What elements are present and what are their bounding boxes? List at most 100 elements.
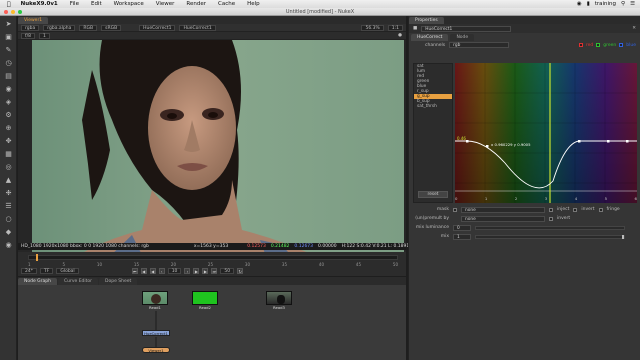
ocula-tool-icon[interactable]: ◉	[4, 240, 13, 249]
node-color-icon[interactable]: ■	[413, 26, 417, 31]
close-properties-icon[interactable]: ✕	[632, 26, 640, 31]
transform-tool-icon[interactable]: ✥	[4, 136, 13, 145]
step-back-icon[interactable]: ‹	[158, 268, 165, 274]
playhead[interactable]	[36, 254, 38, 261]
channels-dropdown[interactable]: rgba	[21, 24, 40, 31]
legend-red: red	[585, 42, 594, 48]
read1-label: Read1	[149, 305, 161, 310]
ratio-dropdown[interactable]: 1:1	[387, 24, 403, 31]
blue-toggle[interactable]	[619, 42, 624, 47]
time-tool-icon[interactable]: ◷	[4, 58, 13, 67]
timecode-dropdown[interactable]: TF	[39, 268, 54, 274]
fringe-checkbox[interactable]	[598, 207, 603, 212]
menu-list-icon[interactable]: ☰	[630, 1, 635, 7]
menu-viewer[interactable]: Viewer	[150, 1, 181, 7]
input-b-dropdown[interactable]: HueCorrect1	[179, 24, 216, 31]
image-tool-icon[interactable]: ▣	[4, 32, 13, 41]
user-name[interactable]: training	[595, 1, 616, 7]
battery-icon[interactable]: ▮	[587, 1, 590, 7]
metadata-tool-icon[interactable]: ▲	[4, 175, 13, 184]
menu-cache[interactable]: Cache	[212, 1, 241, 7]
viewer-controls-2: f/8 1 ●	[18, 32, 406, 40]
first-frame-icon[interactable]: ⏮	[131, 268, 138, 274]
green-toggle[interactable]	[596, 42, 601, 47]
menu-app-name[interactable]: NukeX9.0v1	[15, 1, 64, 7]
channels-dropdown[interactable]: rgb	[449, 42, 510, 48]
menu-workspace[interactable]: Workspace	[108, 1, 150, 7]
wifi-icon[interactable]: ◉	[577, 1, 582, 7]
end-frame-field[interactable]: 50	[220, 268, 235, 274]
viewer1-node[interactable]: Viewer1	[142, 347, 170, 353]
input-a-dropdown[interactable]: HueCorrect1	[139, 24, 176, 31]
furnace-tool-icon[interactable]: ◆	[4, 227, 13, 236]
toolsets-tool-icon[interactable]: ☰	[4, 201, 13, 210]
viewer-panel: Viewer1 rgba rgba.alpha RGB sRGB HueCorr…	[18, 16, 412, 276]
frame-rate-field[interactable]: f/8	[21, 32, 35, 39]
mask-label: mask	[436, 207, 449, 212]
mix-field[interactable]: 1	[453, 233, 471, 240]
timeline-track[interactable]	[28, 254, 398, 261]
mix-luminance-field[interactable]: 0	[453, 224, 471, 231]
inject-checkbox[interactable]	[549, 207, 553, 212]
apple-icon[interactable]: 	[0, 1, 15, 8]
invert2-label: invert	[557, 216, 571, 221]
step-forward-icon[interactable]: ›	[184, 268, 191, 274]
unpremult-dropdown[interactable]: none	[461, 215, 545, 222]
frame-field[interactable]: 1	[38, 32, 50, 39]
node-name-field[interactable]: HueCorrect1	[421, 25, 512, 32]
next-keyframe-icon[interactable]: ▶	[202, 268, 209, 274]
read1-node[interactable]: Read1	[142, 291, 168, 310]
tab-node[interactable]: Node	[450, 33, 475, 41]
viewer1-label: Viewer1	[148, 348, 164, 353]
invert-checkbox[interactable]	[573, 207, 578, 212]
curve-sat-thrsh[interactable]: sat_thrsh	[414, 104, 452, 109]
menu-edit[interactable]: Edit	[85, 1, 108, 7]
particles-tool-icon[interactable]: ❉	[4, 188, 13, 197]
channel-tool-icon[interactable]: ▤	[4, 71, 13, 80]
viewer-lock-icon[interactable]: ●	[398, 33, 402, 38]
color-tool-icon[interactable]: ◉	[4, 84, 13, 93]
alpha-dropdown[interactable]: rgba.alpha	[43, 24, 76, 31]
display-dropdown[interactable]: sRGB	[101, 24, 122, 31]
filter-tool-icon[interactable]: ◈	[4, 97, 13, 106]
play-forward-icon[interactable]: ▶	[193, 268, 200, 274]
menu-file[interactable]: File	[64, 1, 85, 7]
mix-slider[interactable]	[475, 234, 625, 239]
tab-properties[interactable]: Properties	[409, 17, 444, 24]
reset-button[interactable]: reset	[418, 191, 448, 198]
colorspace-dropdown[interactable]: RGB	[79, 24, 98, 31]
hue-curve-graph	[455, 63, 637, 203]
menu-render[interactable]: Render	[180, 1, 212, 7]
mix-luminance-slider[interactable]	[475, 225, 625, 230]
invert2-checkbox[interactable]	[549, 216, 553, 221]
pointer-tool-icon[interactable]: ➤	[4, 19, 13, 28]
read2-node[interactable]: Read2	[192, 291, 218, 310]
keyer-tool-icon[interactable]: ⚙	[4, 110, 13, 119]
read3-node[interactable]: Read3	[266, 291, 292, 310]
draw-tool-icon[interactable]: ✎	[4, 45, 13, 54]
merge-tool-icon[interactable]: ⊕	[4, 123, 13, 132]
read3-thumbnail	[266, 291, 292, 305]
range-mode-dropdown[interactable]: Global	[56, 268, 79, 274]
last-frame-icon[interactable]: ⏭	[211, 268, 218, 274]
huecorrect1-node[interactable]: HueCorrect1	[142, 330, 170, 336]
playback-controls: 24* TF Global ⏮ ◀ ◀ ‹ 10 › ▶ ▶ ⏭ 50 ↻	[18, 267, 406, 275]
red-toggle[interactable]	[578, 42, 583, 47]
views-tool-icon[interactable]: ◎	[4, 162, 13, 171]
loop-icon[interactable]: ↻	[237, 268, 244, 274]
other-tool-icon[interactable]: ○	[4, 214, 13, 223]
menu-help[interactable]: Help	[241, 1, 266, 7]
tab-huecorrect[interactable]: HueCorrect	[411, 33, 449, 41]
hue-curve-editor[interactable]: 0.46 x 0.960229 y 0.9005 0 1 2 3 4 5 6	[455, 63, 637, 203]
mask-checkbox[interactable]	[453, 207, 457, 212]
viewer-image[interactable]	[32, 40, 404, 259]
zoom-dropdown[interactable]: 56.3%	[361, 24, 384, 31]
3d-tool-icon[interactable]: ▦	[4, 149, 13, 158]
play-backward-icon[interactable]: ◀	[149, 268, 156, 274]
prev-keyframe-icon[interactable]: ◀	[140, 268, 147, 274]
mask-dropdown[interactable]: none	[461, 206, 545, 213]
tab-viewer1[interactable]: Viewer1	[18, 17, 49, 24]
search-icon[interactable]: ⚲	[621, 1, 625, 7]
current-frame-field[interactable]: 10	[167, 268, 182, 274]
fps-field[interactable]: 24*	[21, 268, 37, 274]
